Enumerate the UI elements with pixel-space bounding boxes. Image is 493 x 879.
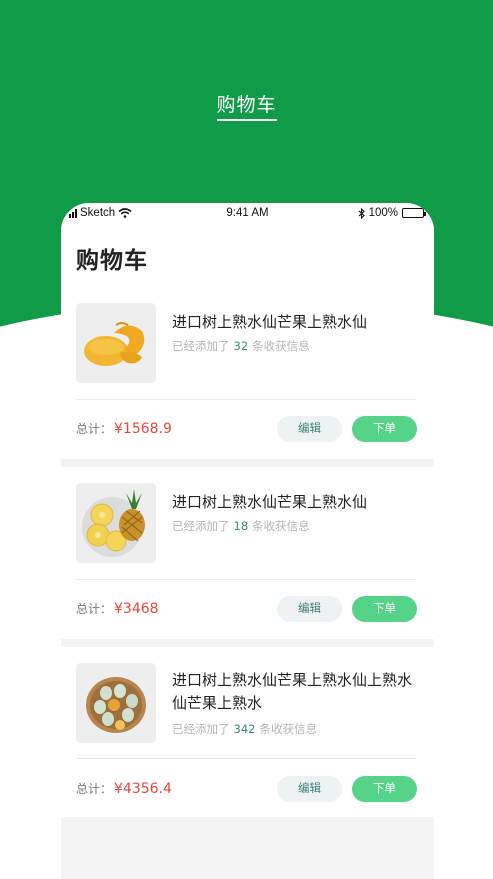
pineapple-image	[76, 483, 156, 563]
product-image-pineapple[interactable]	[76, 483, 156, 563]
product-image-eggs[interactable]	[76, 663, 156, 743]
total-label: 总计：	[76, 782, 113, 796]
total-price: ¥3468	[114, 601, 159, 617]
page-header: 购物车	[61, 225, 434, 287]
total-label: 总计：	[76, 422, 113, 436]
added-suffix: 条收获信息	[259, 722, 317, 736]
total-price: ¥4356.4	[114, 781, 172, 797]
added-count: 18	[233, 519, 249, 533]
bluetooth-icon	[358, 207, 365, 219]
product-image-mango[interactable]	[76, 303, 156, 383]
product-name: 进口树上熟水仙芒果上熟水仙	[172, 313, 368, 331]
product-meta: 已经添加了 32 条收获信息	[172, 338, 310, 354]
order-button[interactable]: 下单	[352, 416, 417, 442]
total: 总计： ¥3468	[76, 600, 159, 617]
product-meta: 已经添加了 342 条收获信息	[172, 721, 317, 737]
added-prefix: 已经添加了	[172, 519, 230, 533]
divider	[76, 399, 416, 400]
cart-item: 进口树上熟水仙芒果上熟水仙 已经添加了 18 条收获信息 总计： ¥3468 编辑 下…	[61, 467, 434, 639]
battery-percent: 100%	[368, 207, 398, 219]
total-label: 总计：	[76, 602, 113, 616]
product-name: 进口树上熟水仙芒果上熟水仙上熟水仙芒果上熟水	[172, 671, 413, 712]
order-button[interactable]: 下单	[352, 596, 417, 622]
divider	[76, 758, 416, 759]
status-right: 100%	[358, 207, 426, 219]
cart-item: 进口树上熟水仙芒果上熟水仙上熟水仙芒果上熟水 已经添加了 342 条收获信息 总计：…	[61, 647, 434, 817]
added-count: 32	[233, 339, 249, 353]
edit-button[interactable]: 编辑	[277, 416, 342, 442]
battery-icon	[402, 208, 426, 218]
divider	[76, 579, 416, 580]
page-title: 购物车	[76, 248, 148, 274]
edit-button[interactable]: 编辑	[277, 776, 342, 802]
product-meta: 已经添加了 18 条收获信息	[172, 518, 310, 534]
order-button[interactable]: 下单	[352, 776, 417, 802]
added-suffix: 条收获信息	[252, 519, 310, 533]
cart-item: 进口树上熟水仙芒果上熟水仙 已经添加了 32 条收获信息 总计： ¥1568.9 编辑…	[61, 287, 434, 459]
total: 总计： ¥1568.9	[76, 420, 172, 437]
product-name: 进口树上熟水仙芒果上熟水仙	[172, 493, 368, 511]
added-suffix: 条收获信息	[252, 339, 310, 353]
hero-title: 购物车	[216, 94, 277, 116]
added-count: 342	[233, 722, 256, 736]
hero-underline	[217, 119, 277, 121]
mango-image	[76, 303, 156, 383]
edit-button[interactable]: 编辑	[277, 596, 342, 622]
total: 总计： ¥4356.4	[76, 780, 172, 797]
added-prefix: 已经添加了	[172, 339, 230, 353]
eggs-image	[76, 663, 156, 743]
total-price: ¥1568.9	[114, 421, 172, 437]
phone-screen: Sketch 9:41 AM 100% 购物车 进口树上熟水仙芒果上熟水仙 已经…	[61, 203, 434, 879]
added-prefix: 已经添加了	[172, 722, 230, 736]
status-bar: Sketch 9:41 AM 100%	[61, 203, 434, 225]
